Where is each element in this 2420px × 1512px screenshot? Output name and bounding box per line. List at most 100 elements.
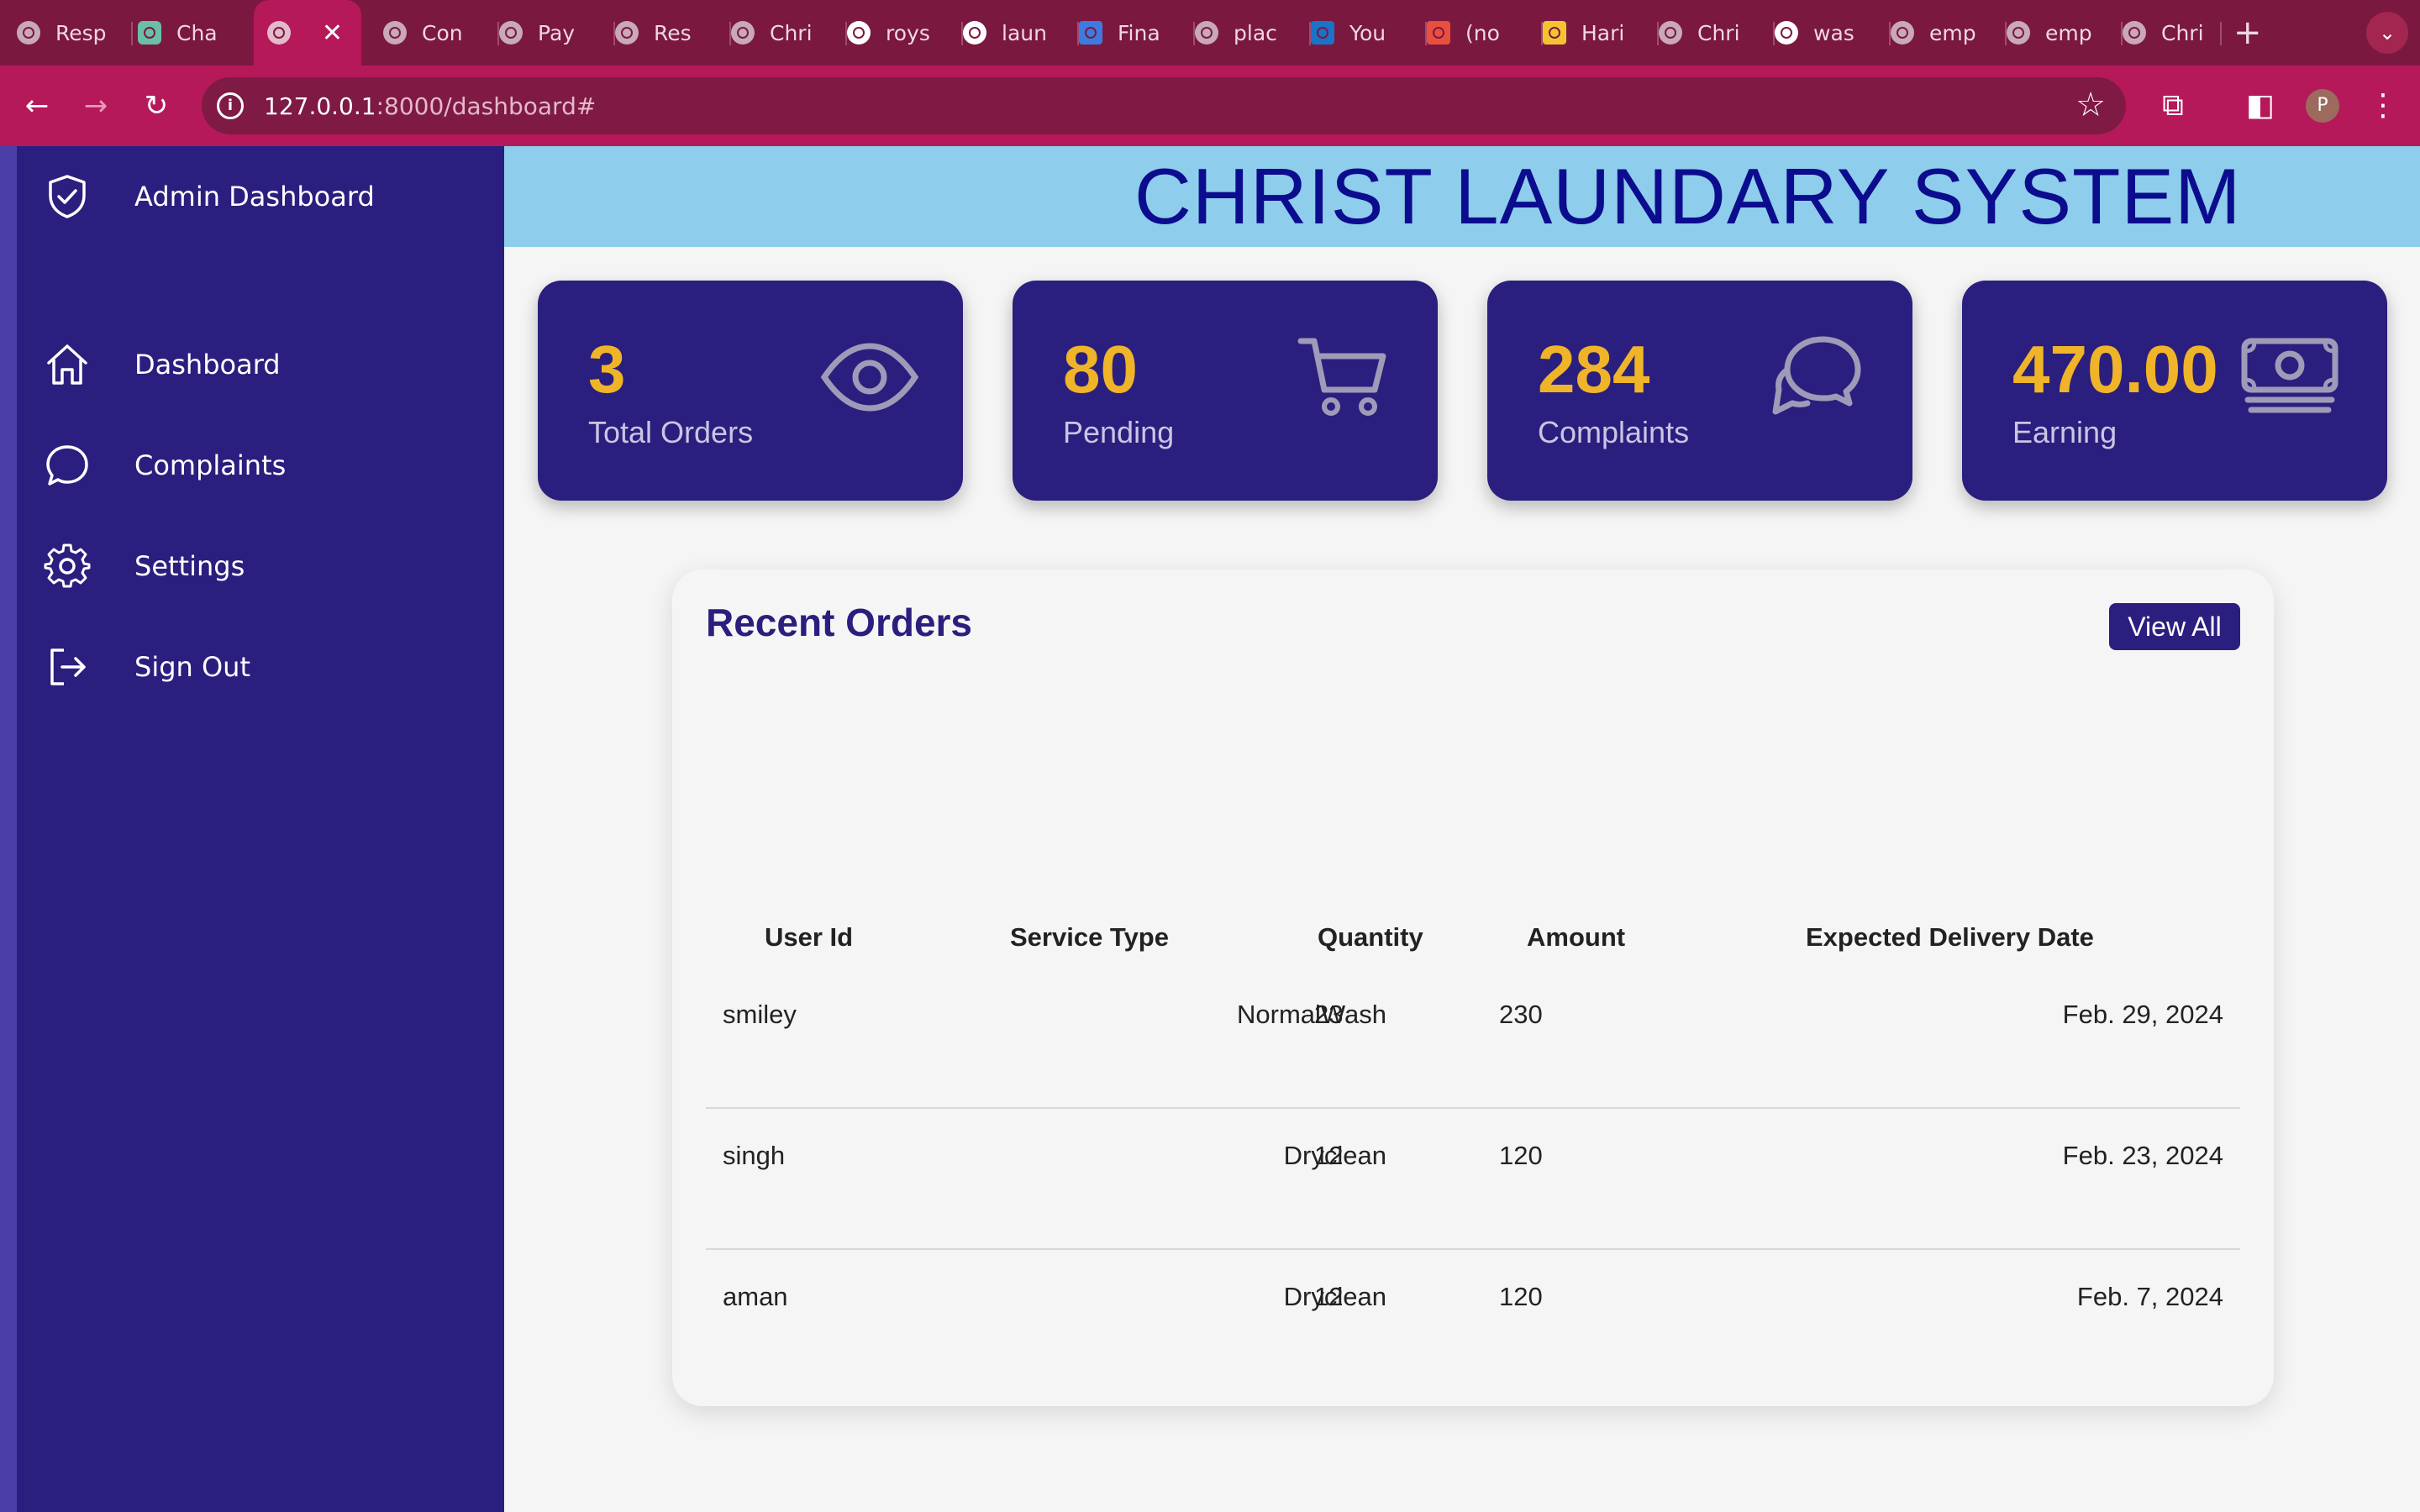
chatgpt-icon — [138, 21, 161, 45]
browser-tab[interactable]: roys — [847, 0, 963, 66]
browser-tab[interactable]: Cha — [138, 0, 254, 66]
cell-user-id: smiley — [723, 1000, 797, 1029]
menu-icon[interactable]: ⋮ — [2363, 86, 2403, 126]
browser-tab[interactable]: Hari — [1543, 0, 1659, 66]
cell-user-id: singh — [723, 1141, 786, 1170]
cell-delivery-date: Feb. 23, 2024 — [2062, 1141, 2223, 1170]
site-info-icon[interactable]: i — [217, 92, 244, 119]
column-header: User Id — [765, 922, 854, 952]
stat-card-complaints[interactable]: 284 Complaints — [1487, 281, 1912, 501]
sidebar-item-settings[interactable]: Settings — [0, 533, 504, 600]
globe-icon — [1659, 21, 1682, 45]
globe-icon — [383, 21, 407, 45]
home-icon — [47, 344, 87, 385]
side-panel-icon[interactable]: ◧ — [2240, 86, 2281, 126]
extensions-icon[interactable]: ⧉ — [2153, 86, 2193, 126]
cell-quantity: 23 — [1314, 1000, 1344, 1029]
stat-card-pending[interactable]: 80 Pending — [1013, 281, 1438, 501]
reload-button[interactable]: ↻ — [134, 84, 178, 128]
chat-bubble-icon — [46, 445, 88, 486]
column-header: Amount — [1527, 922, 1626, 952]
s-logo-icon — [1311, 21, 1334, 45]
cell-delivery-date: Feb. 7, 2024 — [2076, 1282, 2223, 1311]
stat-value: 470.00 — [2012, 332, 2218, 407]
stat-card-total-orders[interactable]: 3 Total Orders — [538, 281, 963, 501]
browser-tab[interactable]: Chri — [731, 0, 847, 66]
profile-avatar[interactable]: P — [2306, 89, 2339, 123]
globe-icon — [2007, 21, 2030, 45]
browser-tab-bar: Resp Cha ✕ Con Pay Res Chri roys laun Fi… — [0, 0, 2420, 66]
browser-tab[interactable]: plac — [1195, 0, 1311, 66]
cell-delivery-date: Feb. 29, 2024 — [2062, 1000, 2223, 1029]
browser-tab[interactable]: You — [1311, 0, 1427, 66]
stat-card-earning[interactable]: 470.00 Earning — [1962, 281, 2387, 501]
bookmark-star-icon[interactable]: ☆ — [2075, 86, 2106, 124]
sidebar-item-complaints[interactable]: Complaints — [0, 432, 504, 499]
gear-icon — [44, 543, 91, 588]
browser-tab[interactable]: Res — [615, 0, 731, 66]
browser-tab[interactable]: (no — [1427, 0, 1543, 66]
gmail-icon — [1427, 21, 1450, 45]
money-icon — [2241, 338, 2338, 413]
stat-label: Complaints — [1538, 415, 1690, 449]
table-row[interactable]: smiley NormalWash 23 230 Feb. 29, 2024 — [706, 968, 2240, 1109]
globe-icon — [2123, 21, 2146, 45]
table-row[interactable]: singh Dryclean 12 120 Feb. 23, 2024 — [706, 1109, 2240, 1250]
sidebar-item-dashboard[interactable]: Dashboard — [0, 331, 504, 398]
address-bar[interactable]: i 127.0.0.1:8000/dashboard# ☆ — [202, 77, 2126, 134]
browser-tab[interactable]: was — [1775, 0, 1891, 66]
browser-tab[interactable]: Pay — [499, 0, 615, 66]
browser-tab[interactable]: Chri — [1659, 0, 1775, 66]
chat-bubbles-icon — [1772, 336, 1861, 415]
stat-value: 80 — [1063, 332, 1138, 407]
cell-amount: 230 — [1499, 1000, 1543, 1029]
back-button[interactable]: ← — [15, 84, 59, 128]
sidebar-brand[interactable]: Admin Dashboard — [0, 163, 504, 230]
globe-icon — [499, 21, 523, 45]
column-header: Quantity — [1318, 922, 1423, 952]
forward-button[interactable]: → — [74, 84, 118, 128]
recent-orders-panel: Recent Orders View All User Id Service T… — [672, 570, 2274, 1406]
page-header: CHRIST LAUNDARY SYSTEM — [504, 146, 2420, 247]
globe-icon — [267, 21, 291, 45]
new-tab-button[interactable]: + — [2233, 13, 2262, 52]
tab-search-button[interactable]: ⌄ — [2366, 12, 2408, 54]
globe-icon — [615, 21, 639, 45]
sidebar-item-label: Settings — [134, 550, 245, 582]
cell-quantity: 12 — [1314, 1141, 1344, 1170]
browser-tab[interactable]: Chri — [2123, 0, 2222, 66]
stat-value: 3 — [588, 332, 626, 407]
cell-quantity: 12 — [1314, 1282, 1344, 1311]
google-icon — [1775, 21, 1798, 45]
sidebar-item-label: Sign Out — [134, 651, 250, 683]
close-tab-icon[interactable]: ✕ — [322, 18, 343, 48]
stat-value: 284 — [1538, 332, 1650, 407]
sidebar-item-label: Dashboard — [134, 349, 281, 381]
globe-icon — [1891, 21, 1914, 45]
globe-icon — [731, 21, 755, 45]
shield-check-icon — [49, 175, 86, 218]
browser-tab[interactable]: Resp — [17, 0, 133, 66]
cell-amount: 120 — [1499, 1282, 1543, 1311]
column-header: Expected Delivery Date — [1806, 922, 2094, 952]
globe-icon — [1195, 21, 1218, 45]
stat-label: Total Orders — [588, 415, 754, 449]
browser-tab-active[interactable]: ✕ — [254, 0, 361, 66]
google-icon — [963, 21, 986, 45]
sidebar-item-sign-out[interactable]: Sign Out — [0, 633, 504, 701]
stat-label: Earning — [2012, 415, 2118, 449]
browser-tab[interactable]: Fina — [1079, 0, 1195, 66]
view-all-button[interactable]: View All — [2109, 603, 2240, 650]
browser-tab[interactable]: emp — [2007, 0, 2123, 66]
url-text: 127.0.0.1:8000/dashboard# — [264, 92, 597, 120]
browser-tab[interactable]: Con — [383, 0, 499, 66]
drive-icon — [1543, 21, 1566, 45]
table-row[interactable]: aman Dryclean 12 120 Feb. 7, 2024 — [706, 1250, 2240, 1391]
browser-tab[interactable]: emp — [1891, 0, 2007, 66]
cart-icon — [1297, 338, 1386, 416]
column-header: Service Type — [1010, 922, 1169, 952]
cell-amount: 120 — [1499, 1141, 1543, 1170]
stat-label: Pending — [1063, 415, 1175, 449]
browser-tab[interactable]: laun — [963, 0, 1079, 66]
cell-service-type: NormalWash — [1237, 1000, 1386, 1029]
